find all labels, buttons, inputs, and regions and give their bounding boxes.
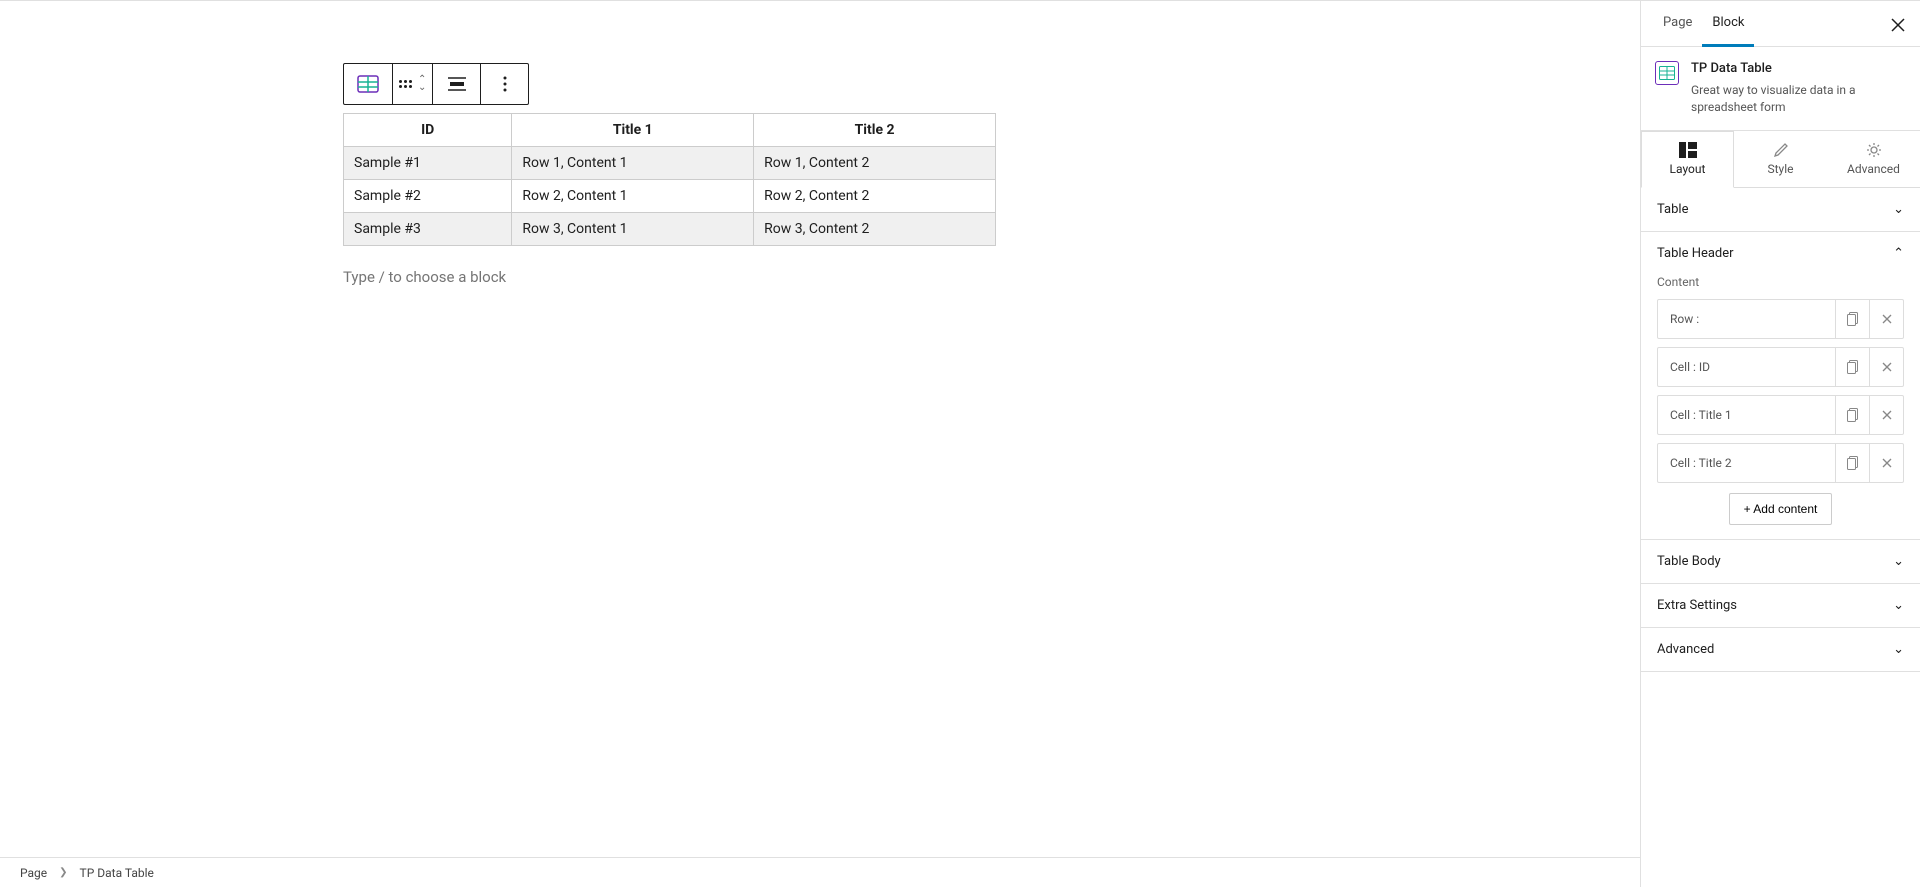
content-item-cell: Cell : Title 2 [1657, 443, 1904, 483]
panel-table-body-toggle[interactable]: Table Body ⌄ [1641, 540, 1920, 583]
table-cell[interactable]: Row 1, Content 2 [754, 147, 996, 180]
settings-sidebar: Page Block TP Data Table Great [1640, 1, 1920, 887]
panel-advanced: Advanced ⌄ [1641, 628, 1920, 672]
move-up-down[interactable]: ⌃ ⌄ [418, 76, 426, 92]
remove-button[interactable] [1869, 348, 1903, 386]
close-icon [1891, 18, 1905, 32]
block-title: TP Data Table [1691, 61, 1906, 76]
copy-button[interactable] [1835, 348, 1869, 386]
remove-button[interactable] [1869, 396, 1903, 434]
add-content-button[interactable]: + Add content [1729, 493, 1833, 525]
more-options-button[interactable] [480, 64, 528, 104]
block-type-button[interactable] [344, 64, 392, 104]
table-header-cell[interactable]: ID [344, 114, 512, 147]
table-cell[interactable]: Sample #1 [344, 147, 512, 180]
chevron-down-icon: ⌄ [418, 84, 426, 92]
drag-handle-icon [399, 80, 412, 88]
chevron-up-icon: ⌃ [1893, 246, 1904, 261]
sub-tab-layout[interactable]: Layout [1641, 131, 1734, 188]
drag-move-group[interactable]: ⌃ ⌄ [392, 64, 432, 104]
table-cell[interactable]: Row 3, Content 2 [754, 213, 996, 246]
sidebar-tabs: Page Block [1641, 1, 1920, 47]
panel-table-header: Table Header ⌃ Content Row : Cell : ID [1641, 232, 1920, 540]
sub-tab-style[interactable]: Style [1734, 131, 1827, 187]
table-cell[interactable]: Row 2, Content 1 [512, 180, 754, 213]
close-icon [1882, 362, 1892, 372]
table-header-row: ID Title 1 Title 2 [344, 114, 996, 147]
panel-extra-settings: Extra Settings ⌄ [1641, 584, 1920, 628]
block-description: Great way to visualize data in a spreads… [1691, 82, 1906, 116]
table-row: Sample #1 Row 1, Content 1 Row 1, Conten… [344, 147, 996, 180]
copy-icon [1847, 456, 1859, 470]
content-item-cell: Cell : ID [1657, 347, 1904, 387]
remove-button[interactable] [1869, 444, 1903, 482]
block-toolbar: ⌃ ⌄ [343, 63, 529, 105]
table-cell[interactable]: Row 1, Content 1 [512, 147, 754, 180]
layout-icon [1679, 142, 1697, 158]
copy-button[interactable] [1835, 396, 1869, 434]
align-button[interactable] [432, 64, 480, 104]
block-info: TP Data Table Great way to visualize dat… [1641, 47, 1920, 130]
copy-button[interactable] [1835, 444, 1869, 482]
chevron-down-icon: ⌄ [1893, 202, 1904, 217]
copy-icon [1847, 408, 1859, 422]
panel-table-header-toggle[interactable]: Table Header ⌃ [1641, 232, 1920, 275]
content-item-row: Row : [1657, 299, 1904, 339]
table-header-cell[interactable]: Title 2 [754, 114, 996, 147]
gear-icon [1866, 142, 1882, 158]
editor-canvas: ⌃ ⌄ [0, 1, 1640, 887]
chevron-down-icon: ⌄ [1893, 598, 1904, 613]
tab-page[interactable]: Page [1653, 1, 1702, 47]
table-cell[interactable]: Sample #2 [344, 180, 512, 213]
panel-advanced-toggle[interactable]: Advanced ⌄ [1641, 628, 1920, 671]
table-cell[interactable]: Row 2, Content 2 [754, 180, 996, 213]
panel-table: Table ⌄ [1641, 188, 1920, 232]
table-header-cell[interactable]: Title 1 [512, 114, 754, 147]
remove-button[interactable] [1869, 300, 1903, 338]
chevron-down-icon: ⌄ [1893, 642, 1904, 657]
data-table-block[interactable]: ID Title 1 Title 2 Sample #1 Row 1, Cont… [343, 113, 996, 246]
close-icon [1882, 314, 1892, 324]
table-block-icon [357, 75, 379, 93]
breadcrumb: Page ❯ TP Data Table [0, 857, 1640, 887]
breadcrumb-block[interactable]: TP Data Table [80, 866, 154, 880]
block-sub-tabs: Layout Style Advanced [1641, 130, 1920, 188]
table-cell[interactable]: Sample #3 [344, 213, 512, 246]
panel-table-body: Table Body ⌄ [1641, 540, 1920, 584]
close-icon [1882, 458, 1892, 468]
more-vertical-icon [503, 76, 507, 92]
close-sidebar-button[interactable] [1886, 13, 1910, 37]
table-cell[interactable]: Row 3, Content 1 [512, 213, 754, 246]
table-row: Sample #3 Row 3, Content 1 Row 3, Conten… [344, 213, 996, 246]
chevron-down-icon: ⌄ [1893, 554, 1904, 569]
panel-table-toggle[interactable]: Table ⌄ [1641, 188, 1920, 231]
sub-tab-advanced[interactable]: Advanced [1827, 131, 1920, 187]
panel-extra-settings-toggle[interactable]: Extra Settings ⌄ [1641, 584, 1920, 627]
align-icon [447, 76, 467, 92]
copy-button[interactable] [1835, 300, 1869, 338]
breadcrumb-page[interactable]: Page [20, 866, 47, 880]
close-icon [1882, 410, 1892, 420]
chevron-right-icon: ❯ [59, 867, 67, 878]
copy-icon [1847, 312, 1859, 326]
block-appender[interactable]: Type / to choose a block [343, 268, 1640, 286]
content-label: Content [1657, 275, 1904, 289]
pencil-icon [1773, 142, 1789, 158]
copy-icon [1847, 360, 1859, 374]
content-item-cell: Cell : Title 1 [1657, 395, 1904, 435]
table-row: Sample #2 Row 2, Content 1 Row 2, Conten… [344, 180, 996, 213]
block-icon [1655, 61, 1679, 85]
tab-block[interactable]: Block [1702, 1, 1754, 47]
